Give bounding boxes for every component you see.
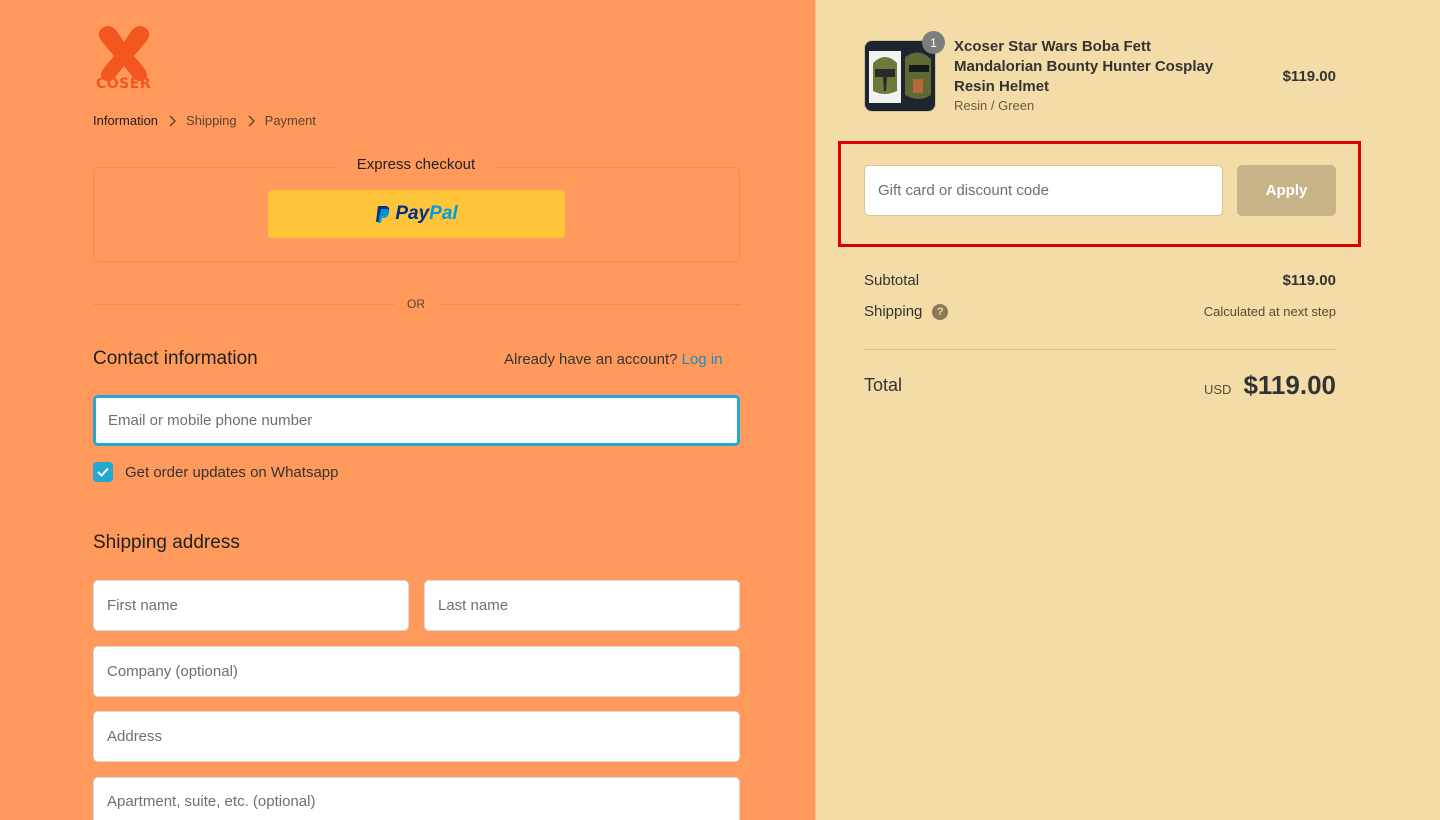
- shipping-address-title: Shipping address: [93, 532, 240, 553]
- shipping-row: Shipping ? Calculated at next step: [864, 303, 1336, 320]
- help-icon[interactable]: ?: [932, 303, 949, 320]
- paypal-text-pal: Pal: [429, 203, 458, 224]
- shipping-label: Shipping: [864, 303, 923, 320]
- paypal-button[interactable]: Pay Pal: [268, 190, 565, 238]
- chevron-right-icon: [247, 115, 255, 127]
- email-field[interactable]: [93, 395, 740, 446]
- address-field[interactable]: [93, 711, 740, 762]
- breadcrumb-payment: Payment: [264, 113, 316, 128]
- order-summary-panel: [815, 0, 1440, 820]
- summary-divider: [864, 349, 1336, 350]
- total-currency: USD: [1203, 382, 1232, 397]
- first-name-input[interactable]: [107, 581, 408, 630]
- chevron-right-icon: [168, 115, 177, 127]
- login-link[interactable]: Log in: [682, 351, 723, 368]
- paypal-text-pay: Pay: [395, 203, 430, 224]
- first-name-field[interactable]: [93, 580, 409, 631]
- breadcrumb-shipping: Shipping: [186, 113, 237, 128]
- shipping-label-group: Shipping ?: [864, 303, 949, 320]
- apply-button[interactable]: Apply: [1237, 165, 1336, 216]
- subtotal-value: $119.00: [1282, 272, 1336, 289]
- last-name-field[interactable]: [424, 580, 740, 631]
- discount-code-input[interactable]: [878, 182, 1222, 199]
- address-input[interactable]: [107, 712, 739, 761]
- whatsapp-updates-row[interactable]: Get order updates on Whatsapp: [93, 462, 338, 482]
- checkout-main-panel: COSER Information Shipping Payment Expre…: [0, 0, 815, 820]
- product-title: Xcoser Star Wars Boba Fett Mandalorian B…: [954, 38, 1214, 95]
- quantity-badge: 1: [922, 31, 945, 54]
- contact-information-title: Contact information: [93, 348, 258, 369]
- divider-line-right: [438, 304, 740, 305]
- breadcrumb-information[interactable]: Information: [93, 113, 158, 128]
- paypal-logo: Pay Pal: [375, 203, 458, 225]
- logo-text: COSER: [96, 76, 152, 92]
- shipping-value: Calculated at next step: [1203, 304, 1336, 319]
- checkmark-icon: [97, 467, 109, 477]
- apartment-input[interactable]: [107, 793, 739, 810]
- express-checkout-title: Express checkout: [335, 156, 497, 173]
- account-prompt-text: Already have an account?: [504, 351, 678, 368]
- paypal-icon: [376, 205, 390, 223]
- company-input[interactable]: [107, 647, 739, 696]
- subtotal-label: Subtotal: [864, 272, 920, 289]
- discount-code-field[interactable]: [864, 165, 1223, 216]
- total-row: Total USD $119.00: [864, 370, 1336, 401]
- divider-line-left: [93, 304, 395, 305]
- helmet-image-icon: [865, 41, 935, 111]
- company-field[interactable]: [93, 646, 740, 697]
- or-divider-text: OR: [407, 297, 425, 311]
- last-name-input[interactable]: [438, 581, 739, 630]
- total-amount: $119.00: [1243, 370, 1336, 400]
- apartment-field[interactable]: [93, 777, 740, 820]
- breadcrumb: Information Shipping Payment: [93, 113, 316, 128]
- product-variant: Resin / Green: [954, 98, 1035, 113]
- total-value-group: USD $119.00: [1204, 370, 1336, 401]
- email-input[interactable]: [108, 397, 738, 444]
- subtotal-row: Subtotal $119.00: [864, 272, 1336, 289]
- product-price: $119.00: [1282, 68, 1336, 85]
- whatsapp-checkbox[interactable]: [93, 462, 113, 482]
- whatsapp-label: Get order updates on Whatsapp: [125, 463, 339, 481]
- account-prompt: Already have an account? Log in: [504, 351, 723, 368]
- cart-line-item: 1 Xcoser Star Wars Boba Fett Mandalorian…: [864, 31, 1336, 114]
- total-label: Total: [864, 375, 903, 395]
